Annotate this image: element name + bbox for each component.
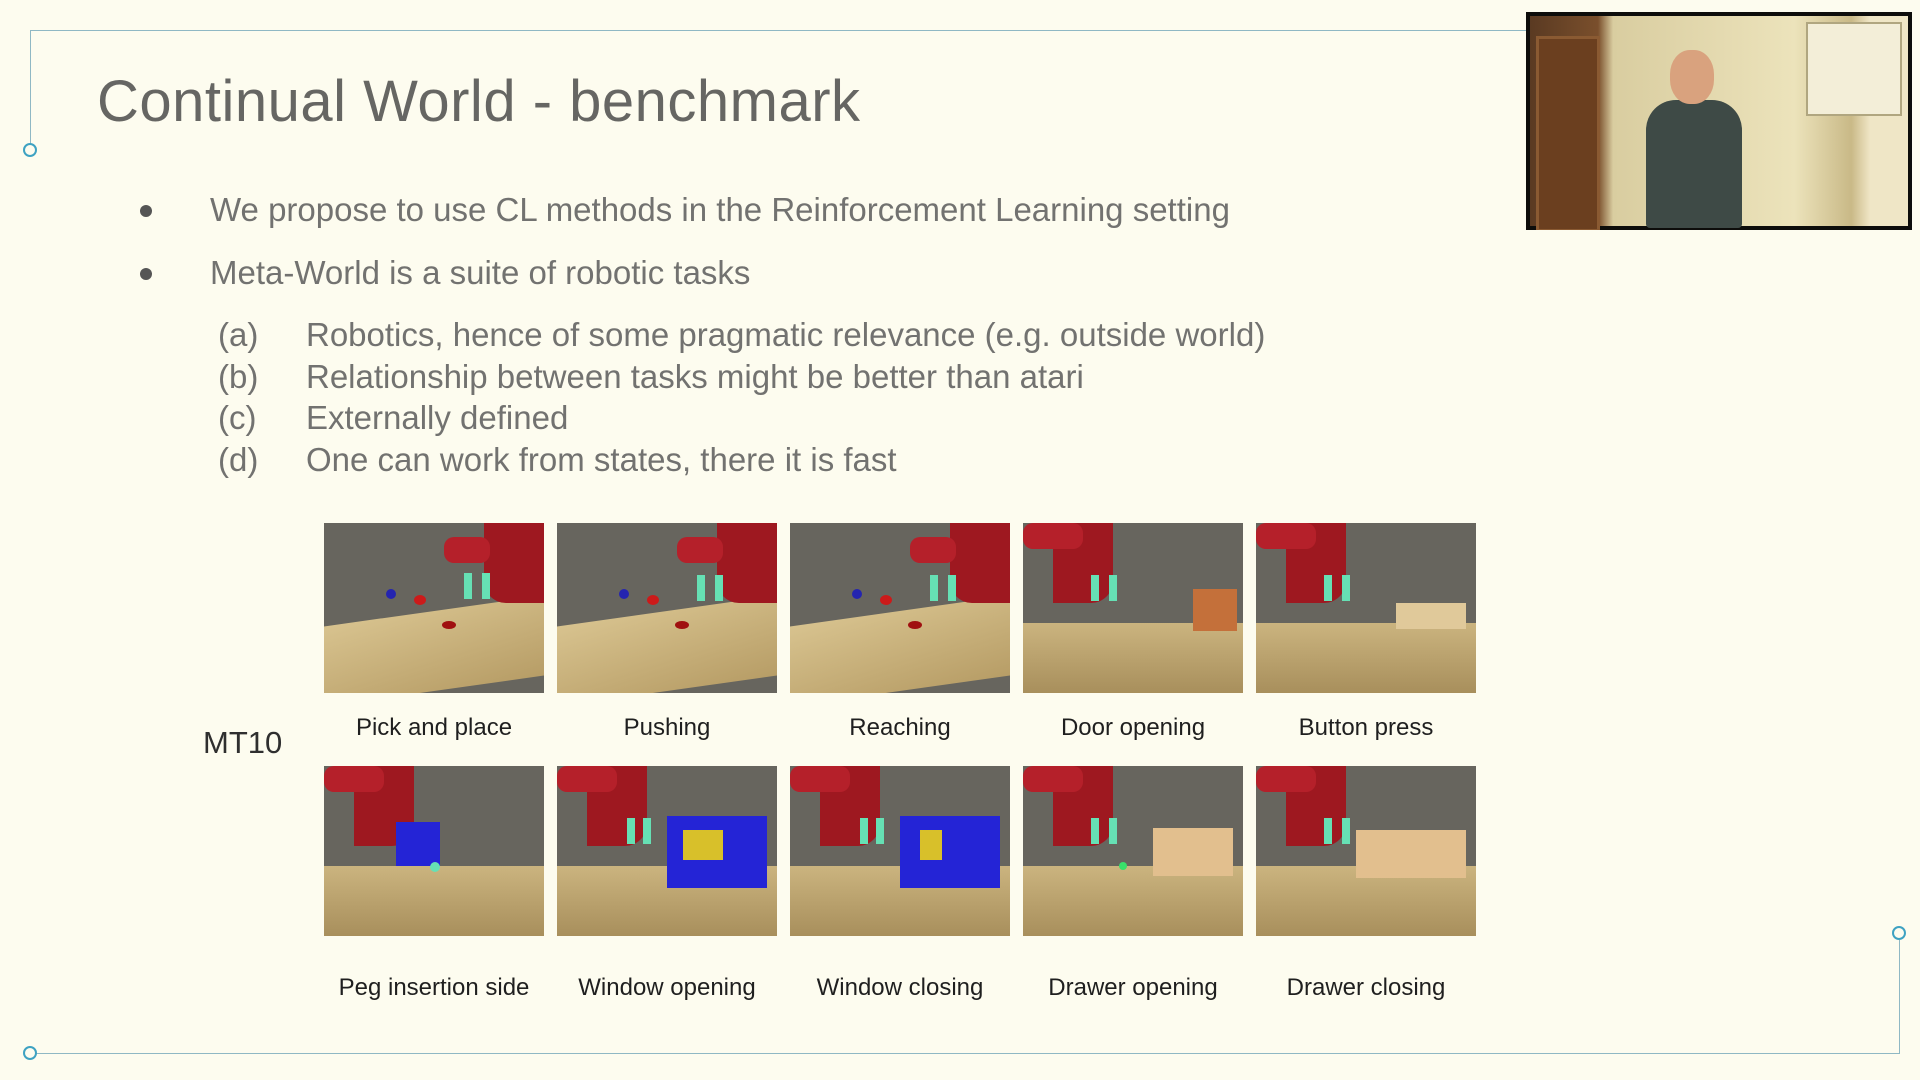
robot-arm-icon [1023, 766, 1113, 846]
sub-item-text: Relationship between tasks might be bett… [306, 358, 1084, 395]
presenter-figure [1646, 100, 1742, 228]
frame-right-line [1899, 940, 1900, 1054]
frame-dot-icon [23, 1046, 37, 1060]
frame-left-line [30, 30, 31, 148]
task-caption: Pushing [623, 714, 711, 741]
task-image-reaching [790, 523, 1010, 693]
mt10-label: MT10 [203, 725, 283, 760]
robot-arm-icon [1256, 766, 1346, 846]
sub-item-text: One can work from states, there it is fa… [306, 441, 897, 478]
frame-dot-icon [23, 143, 37, 157]
sub-item-letter: (d) [218, 441, 259, 478]
task-image-pick-and-place [324, 523, 544, 693]
task-image-peg-insertion-side [324, 766, 544, 936]
task-image-drawer-closing [1256, 766, 1476, 936]
frame-top-line [30, 30, 1526, 31]
task-image-button-press [1256, 523, 1476, 693]
task-caption: Window closing [816, 974, 984, 1001]
slide-title: Continual World - benchmark [97, 69, 861, 134]
task-caption: Button press [1298, 714, 1434, 741]
webcam-door [1536, 36, 1600, 230]
task-image-drawer-opening [1023, 766, 1243, 936]
robot-arm-icon [790, 766, 880, 846]
bullet-dot-icon [140, 268, 152, 280]
sub-item-letter: (b) [218, 358, 259, 395]
robot-arm-icon [1256, 523, 1346, 603]
bullet-text: We propose to use CL methods in the Rein… [210, 191, 1230, 228]
robot-arm-icon [1023, 523, 1113, 603]
frame-dot-icon [1892, 926, 1906, 940]
task-caption: Reaching [849, 714, 951, 741]
robot-arm-icon [444, 523, 544, 603]
robot-arm-icon [910, 523, 1010, 603]
task-image-door-opening [1023, 523, 1243, 693]
task-image-window-opening [557, 766, 777, 936]
sub-item-letter: (a) [218, 316, 259, 353]
webcam-whiteboard [1806, 22, 1902, 116]
task-caption: Drawer closing [1286, 974, 1446, 1001]
task-caption: Peg insertion side [338, 974, 530, 1001]
task-caption: Pick and place [355, 714, 513, 741]
presenter-head [1670, 50, 1714, 104]
webcam-video [1526, 12, 1912, 230]
sub-item-letter: (c) [218, 399, 257, 436]
sub-item-text: Robotics, hence of some pragmatic releva… [306, 316, 1266, 353]
task-caption: Door opening [1060, 714, 1206, 741]
task-caption: Drawer opening [1048, 974, 1218, 1001]
sub-item-text: Externally defined [306, 399, 569, 436]
task-image-window-closing [790, 766, 1010, 936]
robot-arm-icon [557, 766, 647, 846]
task-image-pushing [557, 523, 777, 693]
task-caption: Window opening [578, 974, 756, 1001]
bullet-dot-icon [140, 205, 152, 217]
frame-bottom-line [30, 1053, 1900, 1054]
robot-arm-icon [677, 523, 777, 603]
bullet-text: Meta-World is a suite of robotic tasks [210, 254, 751, 291]
